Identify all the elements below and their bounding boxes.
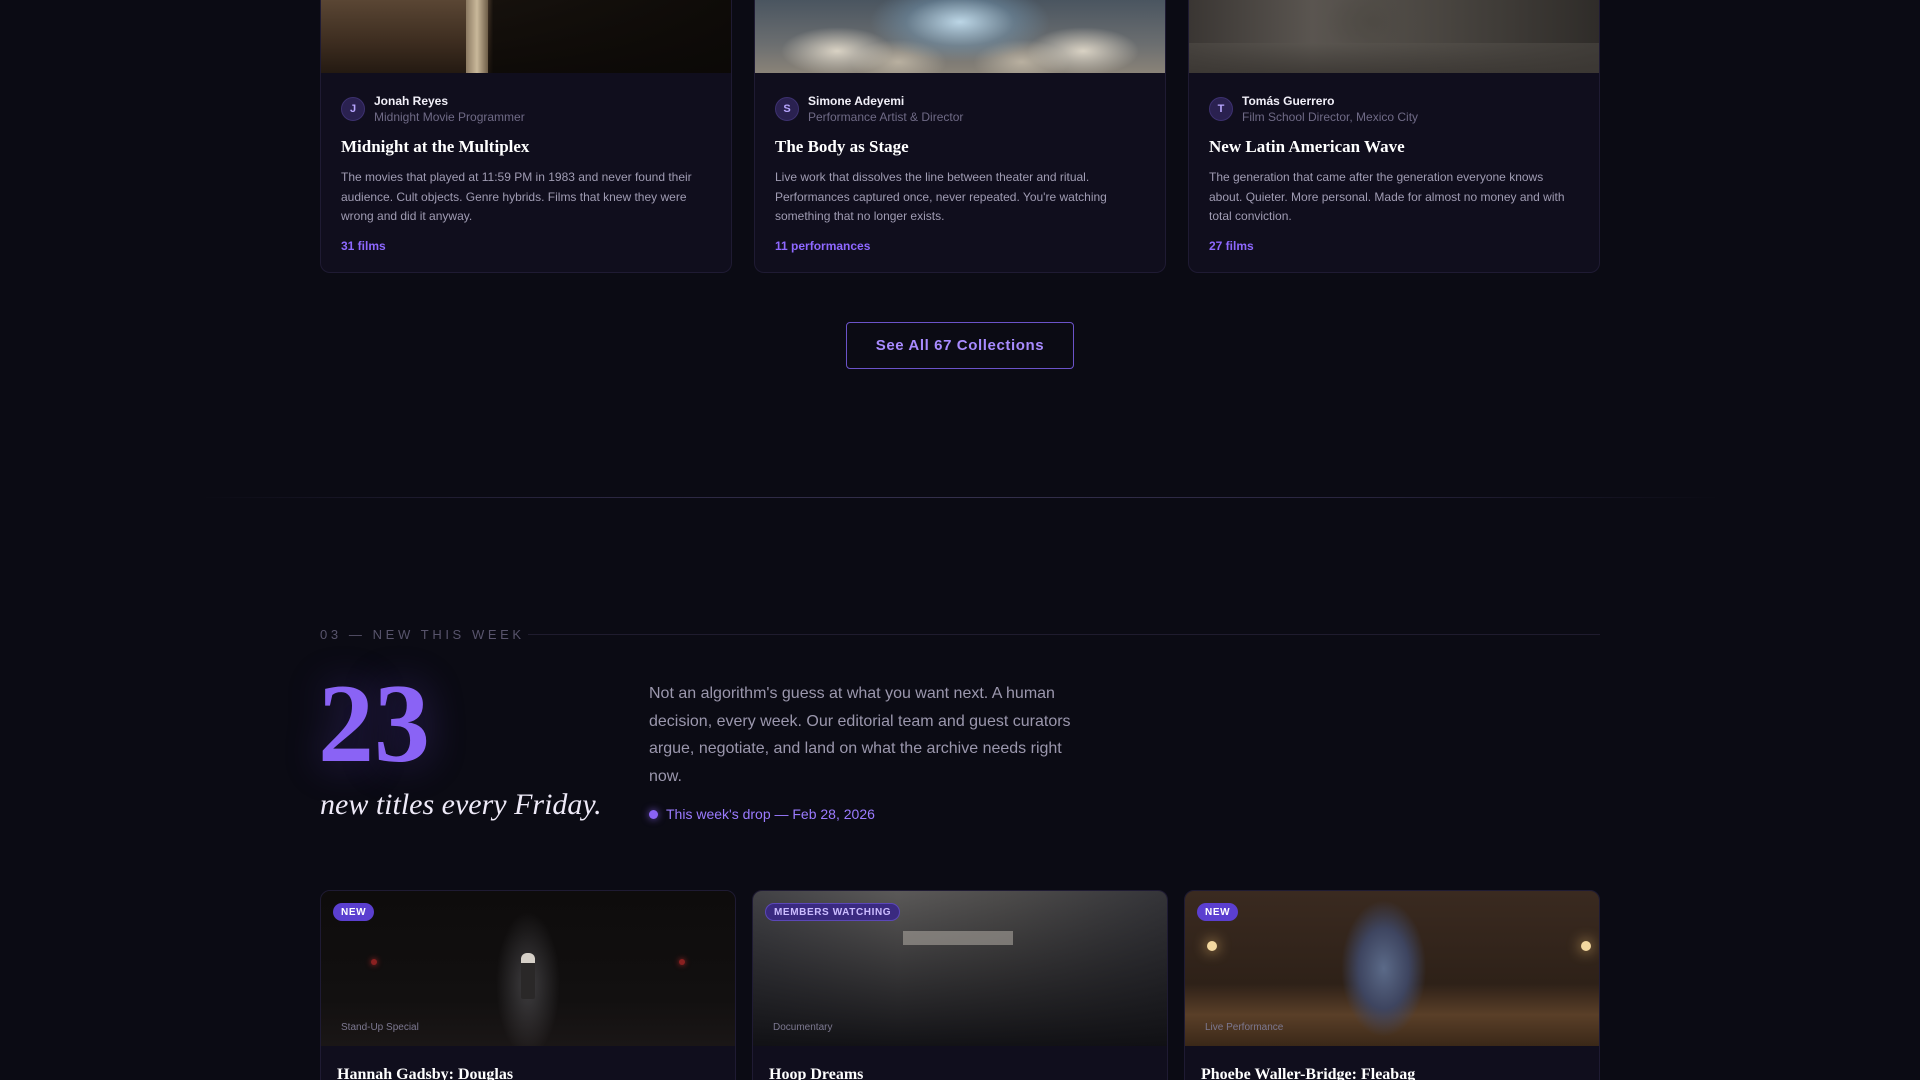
title-name[interactable]: Phoebe Waller-Bridge: Fleabag	[1201, 1066, 1415, 1080]
curator-role: Performance Artist & Director	[808, 110, 964, 124]
title-genre: Documentary	[773, 1022, 833, 1033]
collection-description: The generation that came after the gener…	[1209, 170, 1565, 223]
title-card[interactable]: NEW Live Performance Phoebe Waller-Bridg…	[1184, 890, 1600, 1080]
title-name[interactable]: Hoop Dreams	[769, 1066, 863, 1080]
collection-description: The movies that played at 11:59 PM in 19…	[341, 170, 692, 223]
collection-image	[1189, 0, 1599, 73]
curator: S Simone Adeyemi Performance Artist & Di…	[775, 93, 1145, 125]
status-dot-icon	[649, 809, 658, 819]
collection-title[interactable]: New Latin American Wave	[1209, 137, 1579, 157]
status-badge: NEW	[333, 903, 375, 921]
page: J Jonah Reyes Midnight Movie Programmer …	[0, 0, 1920, 1080]
curator-name: Simone Adeyemi	[808, 94, 905, 108]
new-titles-count: 23	[318, 662, 430, 786]
avatar: S	[775, 97, 799, 121]
section-tagline: new titles every Friday.	[320, 788, 602, 821]
curator-name: Tomás Guerrero	[1242, 94, 1335, 108]
title-genre: Stand-Up Special	[341, 1022, 419, 1033]
avatar: J	[341, 97, 365, 121]
curator: J Jonah Reyes Midnight Movie Programmer	[341, 93, 711, 125]
eyebrow-rule	[528, 634, 1600, 635]
section-blurb: Not an algorithm's guess at what you wan…	[649, 685, 1071, 785]
curator: T Tomás Guerrero Film School Director, M…	[1209, 93, 1579, 125]
collection-card[interactable]: S Simone Adeyemi Performance Artist & Di…	[754, 0, 1166, 273]
collection-title[interactable]: The Body as Stage	[775, 137, 1145, 157]
avatar: T	[1209, 97, 1233, 121]
collection-title[interactable]: Midnight at the Multiplex	[341, 137, 711, 157]
title-name[interactable]: Hannah Gadsby: Douglas	[337, 1066, 513, 1080]
collection-count: 11 performances	[775, 238, 871, 253]
title-card[interactable]: NEW Stand-Up Special Hannah Gadsby: Doug…	[320, 890, 736, 1080]
collection-image	[755, 0, 1165, 73]
collection-image	[321, 0, 731, 73]
status-badge: MEMBERS WATCHING	[765, 903, 901, 921]
curator-role: Midnight Movie Programmer	[374, 110, 525, 124]
status-badge: NEW	[1197, 903, 1239, 921]
curator-role: Film School Director, Mexico City	[1242, 110, 1419, 124]
collection-card[interactable]: T Tomás Guerrero Film School Director, M…	[1188, 0, 1600, 273]
section-eyebrow: 03 — NEW THIS WEEK	[320, 627, 525, 642]
title-card[interactable]: MEMBERS WATCHING Documentary Hoop Dreams	[752, 890, 1168, 1080]
collection-count: 31 films	[341, 238, 386, 253]
see-all-collections-button[interactable]: See All 67 Collections	[846, 322, 1074, 369]
weekly-drop-label: This week's drop — Feb 28, 2026	[666, 806, 875, 822]
weekly-drop-indicator: This week's drop — Feb 28, 2026	[649, 806, 875, 822]
curator-name: Jonah Reyes	[374, 94, 449, 108]
collection-card[interactable]: J Jonah Reyes Midnight Movie Programmer …	[320, 0, 732, 273]
collection-count: 27 films	[1209, 238, 1254, 253]
title-genre: Live Performance	[1205, 1022, 1284, 1033]
collection-description: Live work that dissolves the line betwee…	[775, 170, 1107, 223]
section-divider	[200, 497, 1720, 498]
